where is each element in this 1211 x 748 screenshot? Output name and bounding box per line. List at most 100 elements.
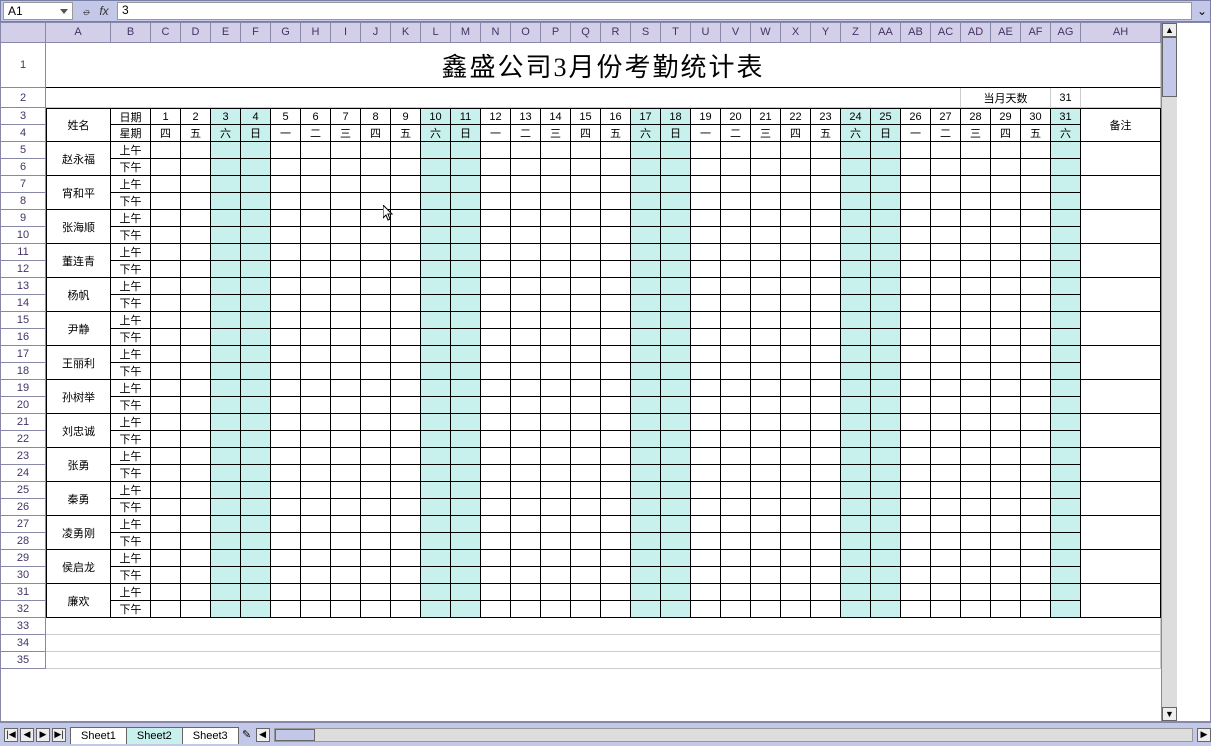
row-header-34[interactable]: 34 — [1, 635, 46, 652]
col-header-W[interactable]: W — [751, 23, 781, 43]
attendance-cell[interactable] — [991, 295, 1021, 312]
attendance-cell[interactable] — [151, 448, 181, 465]
attendance-cell[interactable] — [691, 533, 721, 550]
attendance-cell[interactable] — [781, 142, 811, 159]
attendance-cell[interactable] — [931, 346, 961, 363]
header-wd-6[interactable]: 二 — [301, 125, 331, 142]
col-header-N[interactable]: N — [481, 23, 511, 43]
row-header-8[interactable]: 8 — [1, 193, 46, 210]
remark-cell[interactable] — [1081, 210, 1161, 244]
period-am[interactable]: 上午 — [111, 380, 151, 397]
attendance-cell[interactable] — [181, 397, 211, 414]
attendance-cell[interactable] — [751, 567, 781, 584]
attendance-cell[interactable] — [331, 516, 361, 533]
col-header-I[interactable]: I — [331, 23, 361, 43]
attendance-cell[interactable] — [931, 516, 961, 533]
attendance-cell[interactable] — [691, 244, 721, 261]
attendance-cell[interactable] — [961, 431, 991, 448]
attendance-cell[interactable] — [361, 142, 391, 159]
attendance-cell[interactable] — [361, 448, 391, 465]
attendance-cell[interactable] — [181, 159, 211, 176]
attendance-cell[interactable] — [541, 397, 571, 414]
row-header-5[interactable]: 5 — [1, 142, 46, 159]
attendance-cell[interactable] — [391, 363, 421, 380]
attendance-cell[interactable] — [271, 244, 301, 261]
attendance-cell[interactable] — [751, 601, 781, 618]
empty-row[interactable] — [46, 652, 1161, 669]
attendance-cell[interactable] — [931, 329, 961, 346]
attendance-cell[interactable] — [511, 193, 541, 210]
employee-8[interactable]: 刘忠诚 — [46, 414, 111, 448]
col-header-Y[interactable]: Y — [811, 23, 841, 43]
attendance-cell[interactable] — [841, 346, 871, 363]
attendance-cell[interactable] — [211, 227, 241, 244]
attendance-cell[interactable] — [511, 176, 541, 193]
attendance-cell[interactable] — [331, 414, 361, 431]
attendance-cell[interactable] — [451, 329, 481, 346]
attendance-cell[interactable] — [901, 312, 931, 329]
attendance-cell[interactable] — [661, 142, 691, 159]
attendance-cell[interactable] — [451, 244, 481, 261]
attendance-cell[interactable] — [421, 448, 451, 465]
attendance-cell[interactable] — [451, 431, 481, 448]
header-day-23[interactable]: 23 — [811, 108, 841, 125]
attendance-cell[interactable] — [331, 346, 361, 363]
attendance-cell[interactable] — [331, 533, 361, 550]
attendance-cell[interactable] — [481, 176, 511, 193]
attendance-cell[interactable] — [481, 142, 511, 159]
attendance-cell[interactable] — [661, 380, 691, 397]
attendance-cell[interactable] — [271, 448, 301, 465]
attendance-cell[interactable] — [361, 329, 391, 346]
attendance-cell[interactable] — [1051, 210, 1081, 227]
attendance-cell[interactable] — [331, 448, 361, 465]
attendance-cell[interactable] — [961, 465, 991, 482]
tab-prev-icon[interactable]: ◀ — [20, 728, 34, 742]
attendance-cell[interactable] — [181, 499, 211, 516]
attendance-cell[interactable] — [931, 193, 961, 210]
attendance-cell[interactable] — [781, 397, 811, 414]
period-am[interactable]: 上午 — [111, 414, 151, 431]
attendance-cell[interactable] — [241, 584, 271, 601]
attendance-cell[interactable] — [991, 244, 1021, 261]
attendance-cell[interactable] — [1051, 312, 1081, 329]
attendance-cell[interactable] — [961, 278, 991, 295]
header-wd-19[interactable]: 一 — [691, 125, 721, 142]
attendance-cell[interactable] — [721, 278, 751, 295]
attendance-cell[interactable] — [751, 584, 781, 601]
attendance-cell[interactable] — [481, 380, 511, 397]
attendance-cell[interactable] — [271, 142, 301, 159]
remark-cell[interactable] — [1081, 482, 1161, 516]
attendance-cell[interactable] — [451, 397, 481, 414]
attendance-cell[interactable] — [811, 159, 841, 176]
col-header-AD[interactable]: AD — [961, 23, 991, 43]
attendance-cell[interactable] — [481, 159, 511, 176]
col-header-C[interactable]: C — [151, 23, 181, 43]
attendance-cell[interactable] — [301, 584, 331, 601]
row-header-12[interactable]: 12 — [1, 261, 46, 278]
attendance-cell[interactable] — [901, 567, 931, 584]
attendance-cell[interactable] — [391, 261, 421, 278]
attendance-cell[interactable] — [391, 567, 421, 584]
attendance-cell[interactable] — [571, 142, 601, 159]
header-wd-21[interactable]: 三 — [751, 125, 781, 142]
header-wd-13[interactable]: 二 — [511, 125, 541, 142]
attendance-cell[interactable] — [391, 210, 421, 227]
header-day-8[interactable]: 8 — [361, 108, 391, 125]
attendance-cell[interactable] — [451, 363, 481, 380]
attendance-cell[interactable] — [541, 584, 571, 601]
attendance-cell[interactable] — [691, 465, 721, 482]
attendance-cell[interactable] — [511, 431, 541, 448]
attendance-cell[interactable] — [541, 193, 571, 210]
attendance-cell[interactable] — [241, 482, 271, 499]
col-header-L[interactable]: L — [421, 23, 451, 43]
header-day-9[interactable]: 9 — [391, 108, 421, 125]
attendance-cell[interactable] — [271, 227, 301, 244]
attendance-cell[interactable] — [931, 159, 961, 176]
attendance-cell[interactable] — [181, 414, 211, 431]
attendance-cell[interactable] — [271, 159, 301, 176]
attendance-cell[interactable] — [991, 312, 1021, 329]
attendance-cell[interactable] — [421, 380, 451, 397]
attendance-cell[interactable] — [421, 346, 451, 363]
attendance-cell[interactable] — [391, 278, 421, 295]
header-wd-15[interactable]: 四 — [571, 125, 601, 142]
